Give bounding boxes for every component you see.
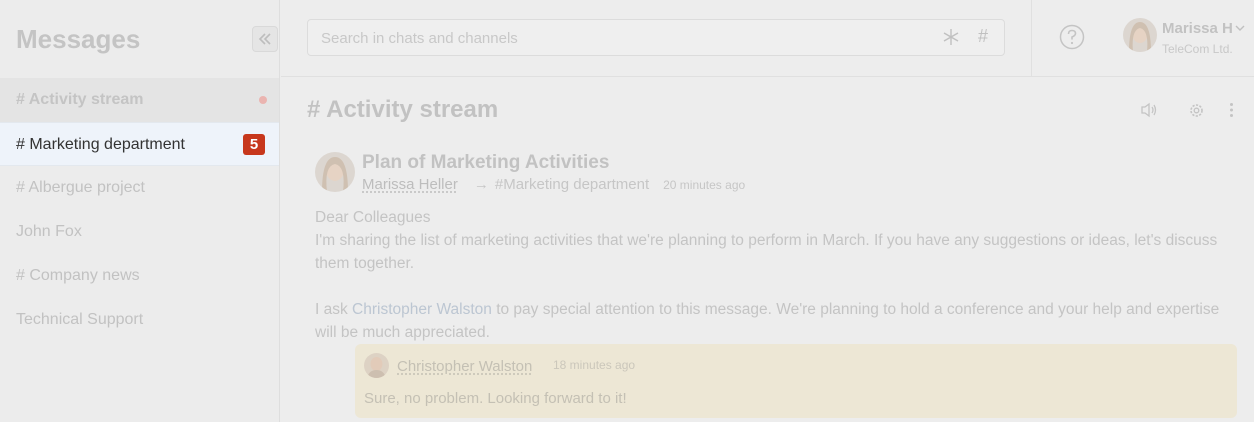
chat-list: # Activity stream # Marketing department… [0, 78, 279, 342]
post-target-channel[interactable]: #Marketing department [495, 176, 649, 193]
post-paragraph: I ask Christopher Walston to pay special… [315, 298, 1230, 344]
more-options-icon[interactable] [1229, 102, 1234, 118]
sidebar-item-label: Technical Support [16, 311, 144, 328]
arrow-right-icon: → [473, 176, 489, 193]
divider [1031, 0, 1032, 76]
channel-title: # Activity stream [307, 96, 499, 123]
sidebar-item-label: # Albergue project [16, 179, 145, 196]
search-placeholder: Search in chats and channels [321, 30, 518, 47]
top-bar: Search in chats and channels # Marissa H… [281, 0, 1254, 77]
author-avatar-icon [315, 152, 355, 192]
post-timestamp: 20 minutes ago [663, 178, 746, 192]
asterisk-icon[interactable] [942, 28, 960, 46]
post-meta: Marissa Heller → #Marketing department 20 m… [362, 176, 745, 193]
reply-timestamp: 18 minutes ago [553, 358, 636, 372]
reply-text: Sure, no problem. Looking forward to it! [364, 390, 627, 407]
post-author-link[interactable]: Marissa Heller [362, 176, 458, 193]
sidebar-item-label: # Activity stream [16, 91, 144, 108]
user-name: Marissa H [1162, 20, 1233, 37]
collapse-sidebar-button[interactable] [252, 26, 278, 52]
avatar[interactable] [364, 353, 389, 378]
speaker-icon[interactable] [1140, 102, 1158, 118]
post-text: I ask [315, 301, 353, 318]
search-input[interactable]: Search in chats and channels # [307, 19, 1005, 56]
post-body: Dear Colleagues I'm sharing the list of … [315, 206, 1230, 344]
avatar[interactable] [315, 152, 355, 192]
double-chevron-left-icon [258, 33, 271, 45]
avatar [1123, 18, 1157, 52]
sidebar-item-label: # Company news [16, 267, 140, 284]
help-icon[interactable] [1059, 24, 1085, 50]
unread-dot [259, 96, 267, 104]
sidebar-item-technical-support[interactable]: Technical Support [0, 298, 279, 342]
reply-comment: Christopher Walston 18 minutes ago Sure,… [355, 344, 1237, 418]
post-title: Plan of Marketing Activities [362, 152, 610, 173]
sidebar-title: Messages [16, 24, 141, 54]
chevron-down-icon [1235, 25, 1245, 31]
hashtag-icon[interactable]: # [978, 26, 988, 47]
unread-count-badge: 5 [243, 134, 265, 155]
reply-author-link[interactable]: Christopher Walston [397, 358, 532, 375]
sidebar-item-company-news[interactable]: # Company news [0, 254, 279, 298]
user-menu[interactable]: Marissa H TeleCom Ltd. [1123, 18, 1253, 58]
gear-icon[interactable] [1188, 102, 1205, 119]
user-company: TeleCom Ltd. [1162, 42, 1233, 56]
sidebar-item-label: John Fox [16, 223, 82, 240]
user-avatar-icon [1123, 18, 1157, 52]
user-mention-link[interactable]: Christopher Walston [352, 301, 492, 318]
post-greeting: Dear Colleagues [315, 209, 431, 226]
sidebar-item-albergue-project[interactable]: # Albergue project [0, 166, 279, 210]
sidebar-item-john-fox[interactable]: John Fox [0, 210, 279, 254]
sidebar-item-marketing-department[interactable]: # Marketing department 5 [0, 122, 279, 166]
sidebar-item-activity-stream[interactable]: # Activity stream [0, 78, 279, 122]
post-paragraph: I'm sharing the list of marketing activi… [315, 232, 1218, 272]
commenter-avatar-icon [364, 353, 389, 378]
sidebar-item-label: # Marketing department [16, 136, 185, 153]
chat-sidebar: Messages # Activity stream # Marketing d… [0, 0, 280, 422]
